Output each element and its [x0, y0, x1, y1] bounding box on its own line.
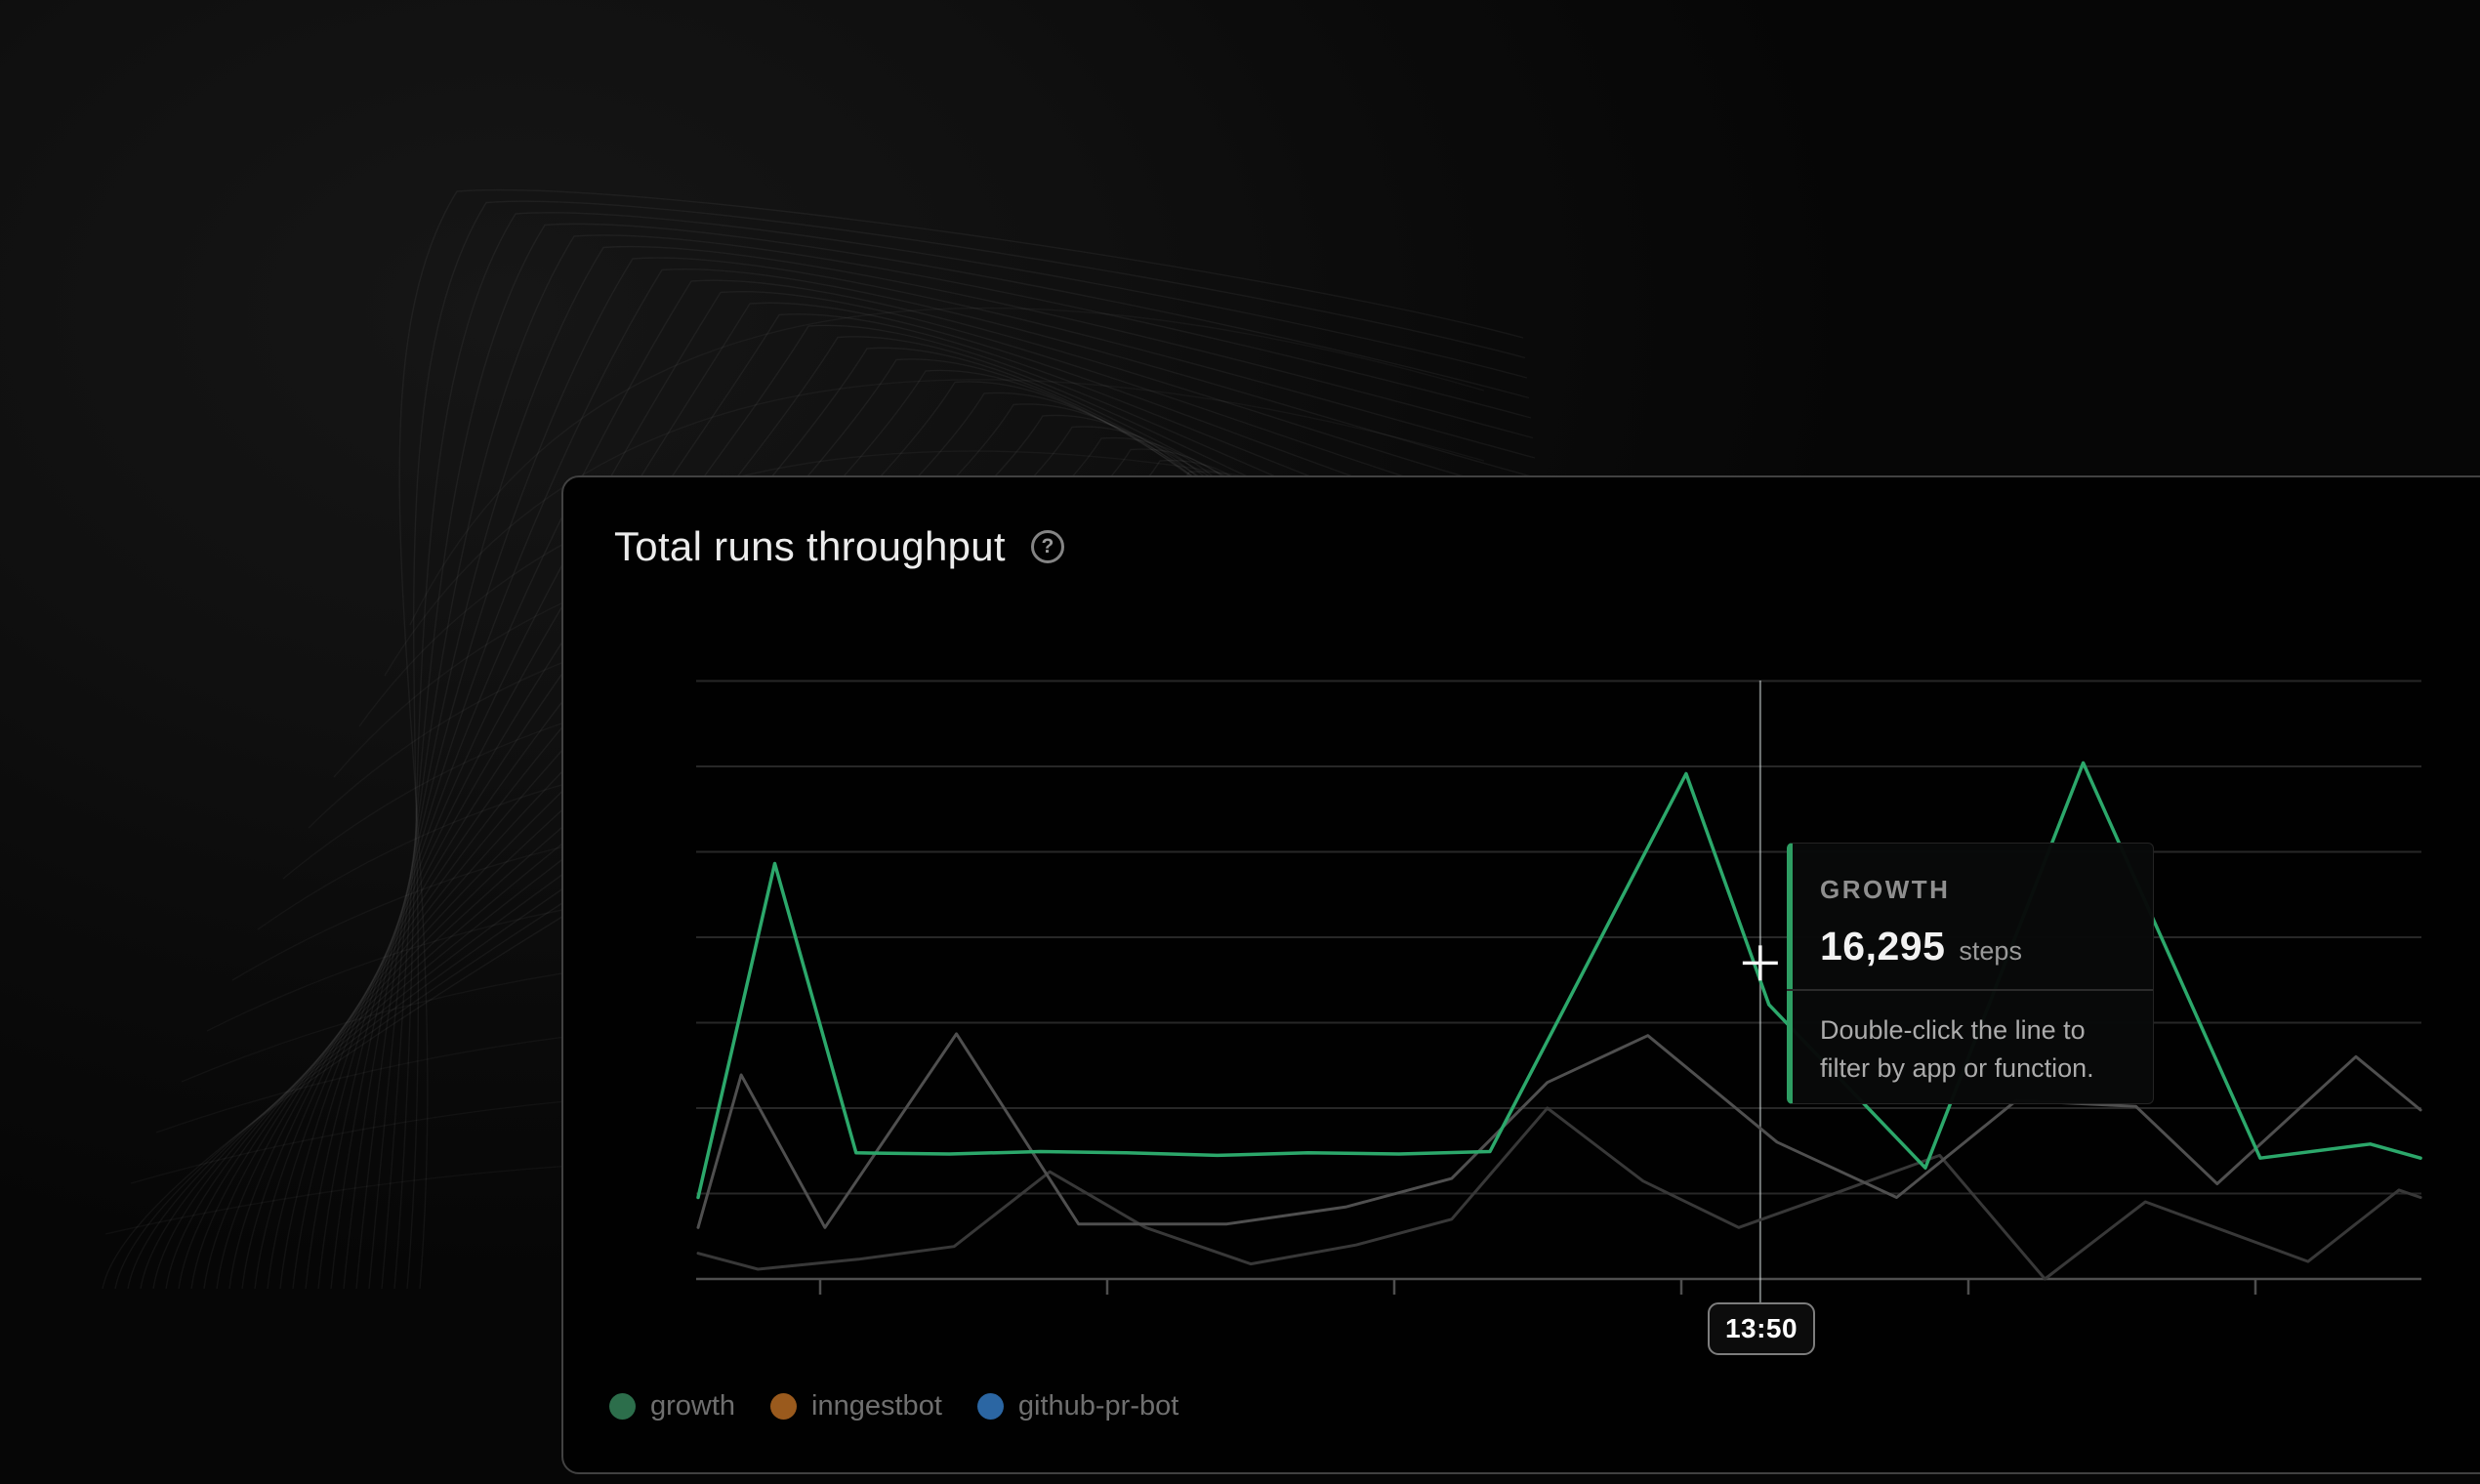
series-line-inngestbot[interactable]	[698, 1034, 2420, 1227]
chart-legend: growth inngestbot github-pr-bot	[609, 1390, 1178, 1422]
legend-item-github-pr-bot[interactable]: github-pr-bot	[977, 1390, 1178, 1422]
tooltip-value-row: 16,295 steps	[1820, 924, 2022, 969]
legend-dot-icon	[770, 1393, 797, 1420]
legend-dot-icon	[977, 1393, 1004, 1420]
tooltip-value: 16,295	[1820, 924, 1945, 969]
throughput-chart[interactable]	[0, 0, 2480, 1484]
chart-tooltip: GROWTH 16,295 steps Double-click the lin…	[1787, 843, 2154, 1104]
crosshair-time-chip: 13:50	[1708, 1302, 1815, 1355]
card-title: Total runs throughput	[614, 523, 1006, 570]
tooltip-unit: steps	[1959, 936, 2022, 967]
legend-item-label: inngestbot	[811, 1390, 942, 1422]
card-header: Total runs throughput ?	[614, 523, 1064, 570]
help-icon[interactable]: ?	[1031, 530, 1064, 563]
tooltip-divider	[1787, 989, 2153, 991]
legend-item-inngestbot[interactable]: inngestbot	[770, 1390, 942, 1422]
legend-item-label: growth	[650, 1390, 735, 1422]
legend-dot-icon	[609, 1393, 636, 1420]
legend-item-label: github-pr-bot	[1018, 1390, 1178, 1422]
tooltip-series-label: GROWTH	[1820, 875, 1950, 905]
tooltip-hint: Double-click the line to filter by app o…	[1820, 1011, 2132, 1088]
legend-item-growth[interactable]: growth	[609, 1390, 735, 1422]
dashboard-page: Total runs throughput ? 11010010K100K1M1…	[0, 0, 2480, 1484]
